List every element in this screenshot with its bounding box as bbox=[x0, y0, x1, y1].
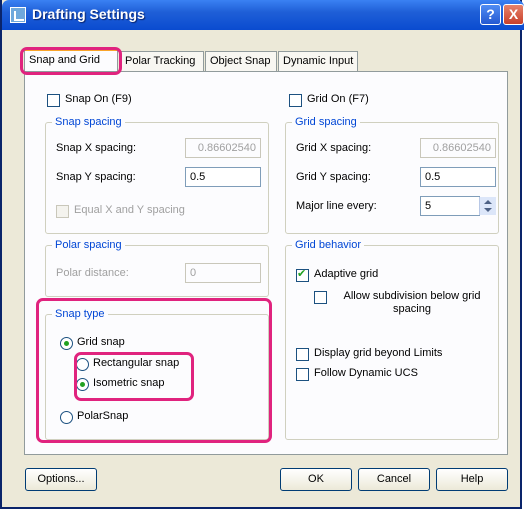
snap-type-title: Snap type bbox=[52, 308, 108, 320]
grid-behavior-group: Grid behavior Adaptive grid Allow subdiv… bbox=[285, 239, 499, 440]
tab-snap-and-grid[interactable]: Snap and Grid bbox=[24, 49, 118, 72]
display-beyond-limits-checkbox[interactable] bbox=[296, 348, 309, 361]
help-icon[interactable]: ? bbox=[480, 4, 501, 25]
major-line-label: Major line every: bbox=[296, 200, 377, 212]
tab-panel: Snap On (F9) Snap spacing Snap X spacing… bbox=[24, 71, 508, 455]
snap-spacing-group: Snap spacing Snap X spacing: 0.86602540 … bbox=[45, 116, 269, 234]
window-title: Drafting Settings bbox=[32, 6, 145, 22]
isometric-snap-radio[interactable] bbox=[76, 378, 89, 391]
polar-distance-input[interactable]: 0 bbox=[185, 263, 261, 283]
cancel-button[interactable]: Cancel bbox=[358, 468, 430, 491]
snap-type-group: Snap type Grid snap Rectangular snap Iso… bbox=[45, 308, 269, 440]
major-line-input[interactable]: 5 bbox=[420, 196, 480, 216]
snap-spacing-title: Snap spacing bbox=[52, 116, 125, 128]
grid-snap-label: Grid snap bbox=[77, 336, 125, 348]
polar-spacing-title: Polar spacing bbox=[52, 239, 125, 251]
grid-spacing-title: Grid spacing bbox=[292, 116, 360, 128]
adaptive-grid-checkbox[interactable] bbox=[296, 267, 309, 282]
snap-y-label: Snap Y spacing: bbox=[56, 171, 136, 183]
tab-object-snap[interactable]: Object Snap bbox=[205, 51, 277, 71]
grid-x-spacing-input[interactable]: 0.86602540 bbox=[420, 138, 496, 158]
equal-xy-checkbox[interactable] bbox=[56, 205, 69, 218]
polar-distance-label: Polar distance: bbox=[56, 267, 129, 279]
drafting-settings-dialog: Drafting Settings ? X Snap and Grid Pola… bbox=[0, 0, 524, 509]
grid-snap-radio[interactable] bbox=[60, 337, 73, 350]
grid-x-label: Grid X spacing: bbox=[296, 142, 372, 154]
close-icon[interactable]: X bbox=[503, 4, 524, 25]
isometric-snap-label: Isometric snap bbox=[93, 377, 165, 389]
polar-snap-radio[interactable] bbox=[60, 411, 73, 424]
grid-on-label: Grid On (F7) bbox=[307, 93, 369, 105]
follow-dynamic-ucs-checkbox[interactable] bbox=[296, 368, 309, 381]
polar-snap-label: PolarSnap bbox=[77, 410, 129, 422]
adaptive-grid-label: Adaptive grid bbox=[314, 268, 379, 280]
polar-spacing-group: Polar spacing Polar distance: 0 bbox=[45, 239, 269, 297]
grid-spacing-group: Grid spacing Grid X spacing: 0.86602540 … bbox=[285, 116, 499, 234]
options-button[interactable]: Options... bbox=[25, 468, 97, 491]
follow-dynamic-ucs-label: Follow Dynamic UCS bbox=[314, 367, 418, 379]
grid-y-spacing-input[interactable]: 0.5 bbox=[420, 167, 496, 187]
major-line-spinner-icon[interactable] bbox=[479, 197, 496, 215]
snap-on-checkbox[interactable] bbox=[47, 94, 60, 107]
title-bar[interactable]: Drafting Settings ? X bbox=[2, 0, 524, 30]
ok-button[interactable]: OK bbox=[280, 468, 352, 491]
rectangular-snap-radio[interactable] bbox=[76, 358, 89, 371]
grid-behavior-title: Grid behavior bbox=[292, 239, 365, 251]
rectangular-snap-label: Rectangular snap bbox=[93, 357, 180, 369]
snap-on-label: Snap On (F9) bbox=[65, 93, 132, 105]
tab-dynamic-input[interactable]: Dynamic Input bbox=[278, 51, 358, 71]
grid-y-label: Grid Y spacing: bbox=[296, 171, 371, 183]
snap-x-label: Snap X spacing: bbox=[56, 142, 137, 154]
snap-y-spacing-input[interactable]: 0.5 bbox=[185, 167, 261, 187]
grid-on-checkbox[interactable] bbox=[289, 94, 302, 107]
snap-x-spacing-input[interactable]: 0.86602540 bbox=[185, 138, 261, 158]
tab-polar-tracking[interactable]: Polar Tracking bbox=[120, 51, 204, 71]
allow-subdivision-label: Allow subdivision below grid spacing bbox=[343, 290, 481, 315]
help-button[interactable]: Help bbox=[436, 468, 508, 491]
allow-subdivision-checkbox[interactable] bbox=[314, 291, 327, 304]
app-icon bbox=[10, 7, 26, 23]
equal-xy-label: Equal X and Y spacing bbox=[74, 204, 185, 216]
display-beyond-limits-label: Display grid beyond Limits bbox=[314, 347, 443, 359]
